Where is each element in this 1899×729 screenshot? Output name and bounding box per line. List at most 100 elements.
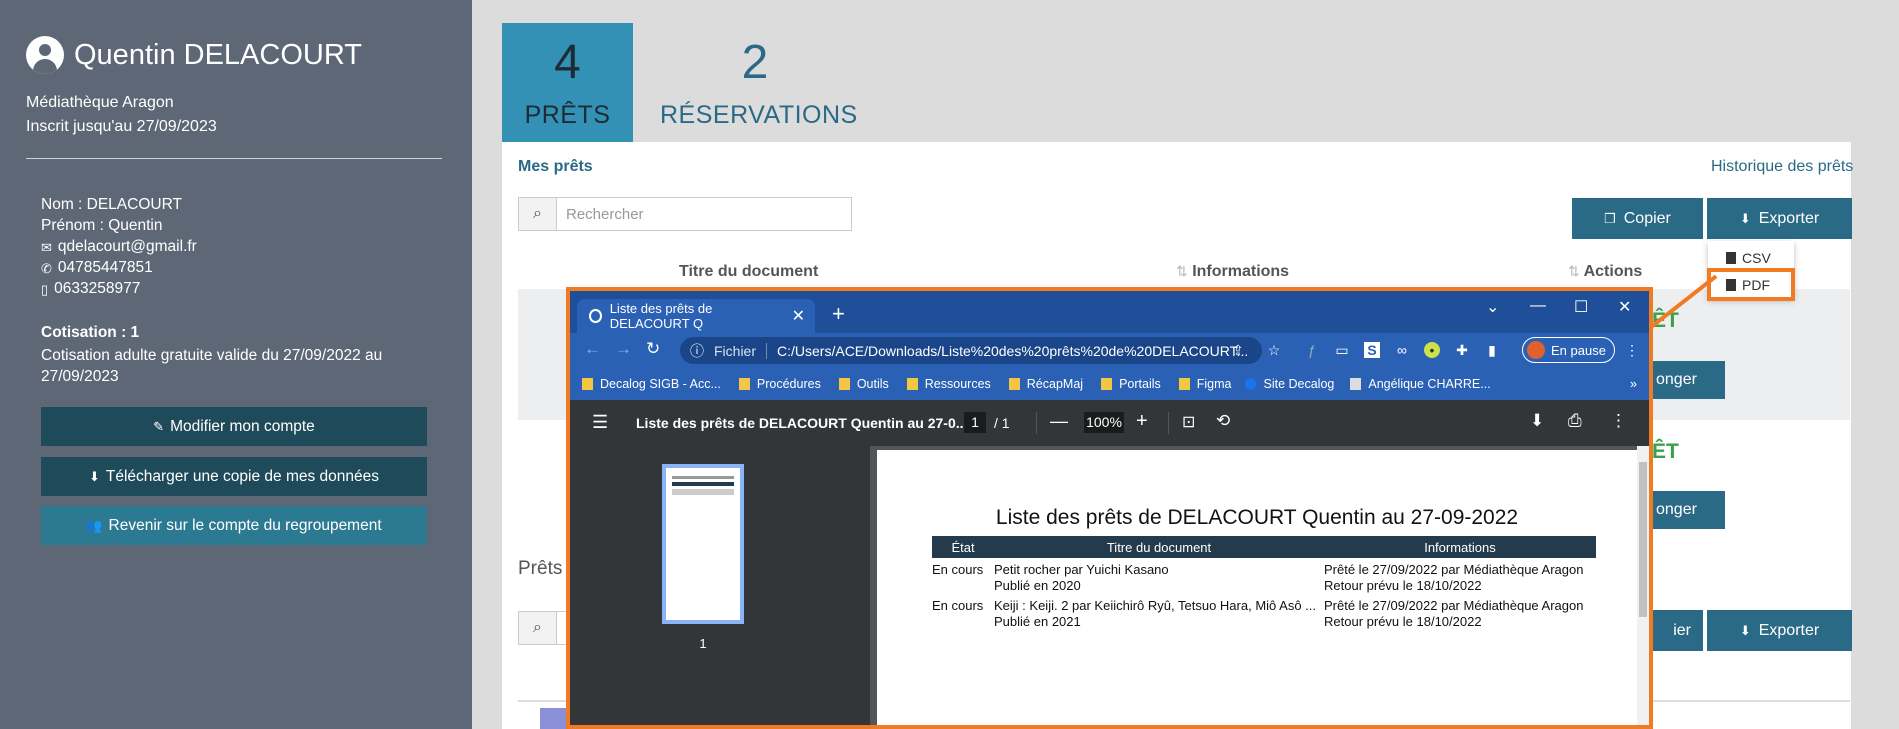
tab-reservations[interactable]: 2 RÉSERVATIONS [660,23,857,142]
puzzle-icon[interactable]: ✚ [1454,342,1470,358]
bookmark-label: Angélique CHARRE... [1368,377,1491,391]
close-window-icon[interactable]: ✕ [1618,297,1631,317]
bookmark-label: Figma [1196,377,1232,391]
page-thumbnail[interactable] [662,464,744,624]
library-name: Médiathèque Aragon [26,94,174,111]
profile-paused-button[interactable]: En pause [1522,337,1615,363]
share-icon[interactable]: ⇪ [1230,342,1246,358]
envelope-icon: ✉ [41,239,52,255]
export-button-2[interactable]: ⬇ Exporter [1707,610,1852,651]
screen-icon[interactable]: ▭ [1334,342,1350,358]
folder-icon [838,378,850,390]
divider [26,158,442,159]
column-title[interactable]: Titre du document [679,263,818,281]
avatar [1527,341,1545,359]
cell-info-line: Retour prévu le 18/10/2022 [1324,578,1482,593]
modify-account-button[interactable]: ✎ Modifier mon compte [41,407,427,446]
scrollbar-thumb[interactable] [1639,462,1647,617]
extension-circle-icon[interactable]: • [1424,342,1440,358]
browser-tab[interactable]: Liste des prêts de DELACOURT Q ✕ [577,299,815,333]
export-csv-option[interactable]: CSV [1708,244,1794,271]
section-title: Mes prêts [518,158,593,175]
print-icon[interactable]: ⎙ [1568,411,1582,431]
cell-info: Prêté le 27/09/2022 par Médiathèque Arag… [1324,594,1596,630]
back-icon[interactable]: ← [584,339,601,359]
chevron-down-icon[interactable]: ⌄ [1486,297,1499,317]
sort-icon: ⇅ [1176,263,1188,279]
bookmark-item[interactable]: Site Decalog [1245,377,1334,391]
fit-page-icon[interactable]: ⊡ [1182,412,1195,432]
address-bar[interactable]: ⓘ Fichier C:/Users/ACE/Downloads/Liste%2… [680,337,1262,364]
scrollbar[interactable] [1637,446,1649,725]
folder-icon [738,378,750,390]
folder-icon [1101,378,1113,390]
first-name: Prénom : Quentin [41,217,163,234]
copy-label: Copier [1623,209,1671,227]
column-actions: ⇅ Actions [1568,263,1642,281]
zoom-in-icon[interactable]: + [1136,410,1148,433]
reload-icon[interactable]: ↻ [646,339,660,359]
bookmark-folder[interactable]: Outils [838,377,889,391]
tab-loans[interactable]: 4 PRÊTS [502,23,633,142]
page-icon [1350,378,1362,390]
menu-icon[interactable]: ☰ [592,412,608,433]
decalog-icon [1245,378,1257,390]
last-name: Nom : DELACOURT [41,196,182,213]
search-icon: ⌕ [519,198,557,230]
maximize-icon[interactable]: ☐ [1574,297,1588,317]
rotate-icon[interactable]: ⟲ [1216,411,1230,431]
bookmark-item[interactable]: Angélique CHARRE... [1350,377,1491,391]
menu-dots-icon[interactable]: ⋮ [1624,342,1640,358]
users-icon: 👥 [86,518,103,533]
close-icon[interactable]: ✕ [792,306,805,326]
cell-etat: En cours [932,562,984,577]
pdf-page: Liste des prêts de DELACOURT Quentin au … [877,450,1637,725]
extension-icon[interactable]: ƒ [1304,342,1320,358]
extension-s-icon[interactable]: S [1364,342,1380,358]
download-icon[interactable]: ⬇ [1530,411,1544,431]
sidepanel-icon[interactable]: ▮ [1484,342,1500,358]
bookmark-folder[interactable]: RécapMaj [1008,377,1083,391]
download-icon: ⬇ [88,469,100,484]
bookmark-folder[interactable]: Figma [1178,377,1232,391]
column-actions-label: Actions [1583,263,1643,280]
binoculars-icon[interactable]: ∞ [1394,342,1410,358]
reservations-count: 2 [741,36,769,89]
new-tab-icon[interactable]: + [832,301,845,327]
email: qdelacourt@gmail.fr [57,238,197,255]
cell-etat: En cours [932,598,984,613]
browser-tab-title: Liste des prêts de DELACOURT Q [609,301,713,331]
bookmark-folder[interactable]: Portails [1101,377,1161,391]
bookmark-label: Decalog SIGB - Acc... [600,377,721,391]
search-input[interactable]: Rechercher [557,198,644,230]
info-icon: ⓘ [690,342,704,359]
thumbnail-page-number: 1 [699,636,707,651]
chevron-right-icon[interactable]: » [1630,377,1637,391]
copy-button[interactable]: ❐ Copier [1572,198,1703,239]
prolong-button[interactable]: onger [1652,491,1725,529]
download-data-button[interactable]: ⬇ Télécharger une copie de mes données [41,457,427,496]
prolong-button[interactable]: onger [1652,361,1725,399]
bookmark-folder[interactable]: Ressources [906,377,991,391]
bookmark-folder[interactable]: Procédures [738,377,821,391]
zoom-input[interactable]: 100% [1084,412,1124,433]
account-sidebar: Quentin DELACOURT Médiathèque Aragon Ins… [0,0,472,729]
column-informations[interactable]: ⇅ Informations [1176,263,1289,281]
bookmark-label: Outils [856,377,889,391]
zoom-out-icon[interactable]: — [1050,411,1068,432]
minimize-icon[interactable]: — [1530,297,1546,315]
paused-label: En pause [1551,342,1606,358]
column-informations-label: Informations [1192,263,1290,280]
user-avatar-icon [26,36,64,74]
loan-history-link[interactable]: Historique des prêts [1711,158,1853,176]
header-informations: Informations [1324,536,1596,558]
back-to-group-button[interactable]: 👥 Revenir sur le compte du regroupement [41,506,427,545]
more-icon[interactable]: ⋮ [1610,411,1627,431]
bookmark-item[interactable]: Decalog SIGB - Acc... [582,377,721,391]
page-number-input[interactable]: 1 [964,412,986,433]
export-button[interactable]: ⬇ Exporter [1707,198,1852,239]
star-icon[interactable]: ☆ [1266,342,1282,358]
cell-info-line: Prêté le 27/09/2022 par Médiathèque Arag… [1324,598,1584,613]
forward-icon[interactable]: → [615,339,632,359]
thumbnail-line [672,489,734,495]
